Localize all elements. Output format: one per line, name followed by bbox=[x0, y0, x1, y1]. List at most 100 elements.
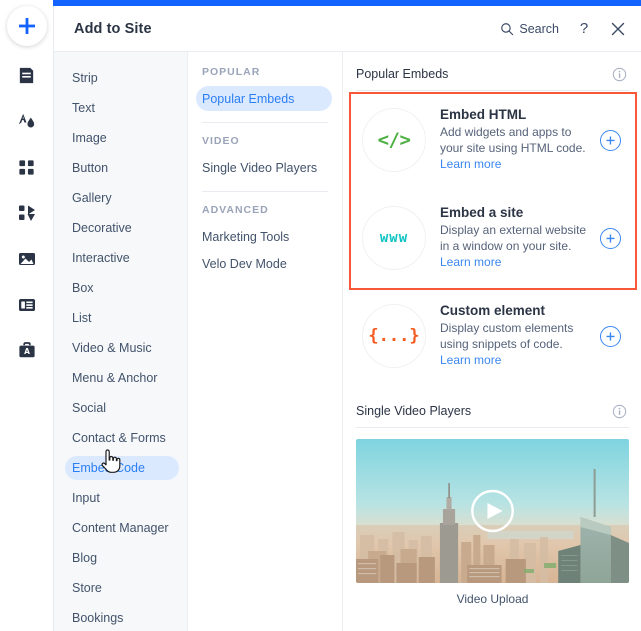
close-button[interactable] bbox=[609, 20, 627, 38]
card-thumbnail: www bbox=[362, 206, 426, 270]
help-button[interactable]: ? bbox=[575, 20, 593, 38]
sub-nav-item-label: Velo Dev Mode bbox=[202, 256, 287, 271]
sidebar-item-label: Menu & Anchor bbox=[72, 371, 158, 385]
sidebar-item-video-music[interactable]: Video & Music bbox=[54, 333, 187, 363]
content-manager-icon bbox=[18, 299, 35, 311]
sidebar-item-theme-design[interactable] bbox=[10, 104, 44, 138]
embed-card[interactable]: </> Embed HTML Add widgets and apps to you… bbox=[354, 91, 631, 189]
my-business-icon: A bbox=[18, 342, 35, 358]
sub-nav-item-label: Popular Embeds bbox=[202, 91, 295, 106]
card-description: Display an external website in a window … bbox=[440, 223, 590, 270]
sidebar-item-content-manager[interactable]: Content Manager bbox=[54, 513, 187, 543]
sidebar-item-media[interactable] bbox=[10, 242, 44, 276]
sidebar-item-label: Text bbox=[72, 101, 95, 115]
sub-nav-group: ADVANCED Marketing Tools Velo Dev Mode bbox=[188, 204, 342, 277]
single-video-players-section: Single Video Players Video Upload bbox=[354, 399, 631, 606]
embed-card[interactable]: {...} Custom element Display custom elemen… bbox=[354, 287, 631, 385]
card-description-text: Display an external website in a window … bbox=[440, 223, 587, 254]
info-icon[interactable] bbox=[611, 403, 627, 419]
add-element-button[interactable] bbox=[6, 6, 47, 46]
sub-nav-item-single-video-players[interactable]: Single Video Players bbox=[188, 154, 342, 181]
www-glyph-icon: www bbox=[379, 230, 409, 246]
video-caption: Video Upload bbox=[456, 592, 529, 606]
editor-left-rail: A bbox=[0, 0, 53, 631]
sidebar-item-contact-forms[interactable]: Contact & Forms bbox=[54, 423, 187, 453]
sidebar-item-text[interactable]: Text bbox=[54, 93, 187, 123]
add-element-to-page-button[interactable] bbox=[600, 129, 621, 151]
card-description-text: Display custom elements using snippets o… bbox=[440, 321, 574, 352]
sub-nav-item-popular-embeds[interactable]: Popular Embeds bbox=[188, 85, 342, 112]
sidebar-item-add-elements[interactable] bbox=[10, 150, 44, 184]
sidebar-item-label: Video & Music bbox=[72, 341, 152, 355]
video-section-header: Single Video Players bbox=[354, 399, 631, 427]
media-icon bbox=[18, 253, 35, 265]
curly-braces-glyph-icon: {...} bbox=[368, 326, 420, 346]
card-title: Custom element bbox=[440, 303, 546, 319]
sidebar-item-bookings[interactable]: Bookings bbox=[54, 603, 187, 631]
sidebar-item-input[interactable]: Input bbox=[54, 483, 187, 513]
sub-nav-item-marketing-tools[interactable]: Marketing Tools bbox=[188, 223, 342, 250]
city-skyline-video-thumbnail[interactable] bbox=[356, 439, 629, 583]
sidebar-item-box[interactable]: Box bbox=[54, 273, 187, 303]
sidebar-item-pages[interactable] bbox=[10, 58, 44, 92]
code-glyph-icon: </> bbox=[377, 129, 411, 151]
sidebar-item-apps-market[interactable] bbox=[10, 196, 44, 230]
sidebar-item-store[interactable]: Store bbox=[54, 573, 187, 603]
sidebar-item-content-manager[interactable] bbox=[10, 288, 44, 322]
search-button-label: Search bbox=[519, 21, 559, 36]
add-to-site-panel: Add to Site Search ? Strip Text Image Bu… bbox=[53, 6, 641, 631]
sub-nav-item-label: Marketing Tools bbox=[202, 229, 290, 244]
sidebar-item-label: List bbox=[72, 311, 92, 325]
card-description: Add widgets and apps to your site using … bbox=[440, 125, 590, 172]
sidebar-item-button[interactable]: Button bbox=[54, 153, 187, 183]
learn-more-link[interactable]: Learn more bbox=[440, 157, 501, 171]
add-element-to-page-button[interactable] bbox=[600, 227, 621, 249]
svg-text:A: A bbox=[24, 347, 30, 356]
sidebar-item-decorative[interactable]: Decorative bbox=[54, 213, 187, 243]
sidebar-item-label: Strip bbox=[72, 71, 98, 85]
section-divider bbox=[356, 427, 629, 428]
close-icon bbox=[611, 22, 625, 35]
sidebar-item-gallery[interactable]: Gallery bbox=[54, 183, 187, 213]
learn-more-link[interactable]: Learn more bbox=[440, 255, 501, 269]
plus-circle-icon bbox=[606, 135, 615, 145]
sidebar-item-my-business[interactable]: A bbox=[10, 334, 44, 368]
sidebar-item-label: Box bbox=[72, 281, 94, 295]
embed-card[interactable]: www Embed a site Display an external websi… bbox=[354, 189, 631, 287]
add-element-to-page-button[interactable] bbox=[600, 325, 621, 347]
sub-nav-group-title: POPULAR bbox=[202, 66, 261, 78]
card-text: Custom element Display custom elements us… bbox=[440, 303, 596, 368]
sidebar-item-label: Embed Code bbox=[72, 461, 145, 475]
apps-market-icon bbox=[18, 205, 35, 221]
sidebar-item-label: Gallery bbox=[72, 191, 112, 205]
popular-embeds-section-header: Popular Embeds bbox=[354, 62, 631, 90]
sidebar-item-social[interactable]: Social bbox=[54, 393, 187, 423]
sidebar-item-interactive[interactable]: Interactive bbox=[54, 243, 187, 273]
sidebar-item-label: Blog bbox=[72, 551, 98, 565]
sidebar-item-label: Image bbox=[72, 131, 107, 145]
sidebar-item-label: Decorative bbox=[72, 221, 132, 235]
sidebar-item-label: Content Manager bbox=[72, 521, 169, 535]
section-title: Single Video Players bbox=[356, 404, 472, 418]
plus-circle-icon bbox=[606, 233, 615, 243]
add-elements-icon bbox=[19, 159, 34, 175]
card-text: Embed a site Display an external website … bbox=[440, 205, 596, 270]
sidebar-item-label: Interactive bbox=[72, 251, 130, 265]
panel-body: Strip Text Image Button Gallery Decorative Int… bbox=[54, 51, 641, 631]
category-nav-column: Strip Text Image Button Gallery Decorative Int… bbox=[54, 52, 188, 631]
sidebar-item-menu-anchor[interactable]: Menu & Anchor bbox=[54, 363, 187, 393]
info-icon[interactable] bbox=[611, 66, 627, 82]
search-button[interactable]: Search bbox=[500, 22, 559, 36]
card-thumbnail: </> bbox=[362, 108, 426, 172]
section-title: Popular Embeds bbox=[356, 67, 449, 81]
sidebar-item-label: Store bbox=[72, 581, 102, 595]
card-thumbnail: {...} bbox=[362, 304, 426, 368]
learn-more-link[interactable]: Learn more bbox=[440, 353, 501, 367]
sidebar-item-image[interactable]: Image bbox=[54, 123, 187, 153]
sidebar-item-embed-code[interactable]: Embed Code bbox=[54, 453, 187, 483]
sidebar-item-strip[interactable]: Strip bbox=[54, 63, 187, 93]
sidebar-item-label: Contact & Forms bbox=[72, 431, 166, 445]
sidebar-item-list[interactable]: List bbox=[54, 303, 187, 333]
sidebar-item-blog[interactable]: Blog bbox=[54, 543, 187, 573]
sub-nav-item-velo-dev-mode[interactable]: Velo Dev Mode bbox=[188, 250, 342, 277]
